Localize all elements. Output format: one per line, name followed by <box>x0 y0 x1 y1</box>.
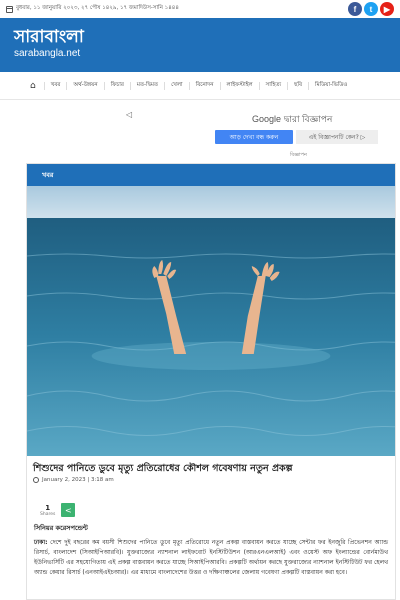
home-icon[interactable]: ⌂ <box>30 81 36 91</box>
article-body-text: দেশে দুই বছরের কম বয়সী শিশুদের পানিতে ড… <box>34 539 388 576</box>
clock-icon <box>33 477 39 483</box>
nav-item-opinion[interactable]: মত-দ্বিমত <box>129 81 164 90</box>
twitter-icon[interactable]: t <box>364 2 378 16</box>
site-logo-url[interactable]: sarabangla.net <box>14 48 386 59</box>
share-icon[interactable]: < <box>61 503 76 517</box>
nav-item-news[interactable]: খবর <box>43 81 67 90</box>
nav-item-sports[interactable]: খেলা <box>164 81 189 90</box>
ad-choices-icon[interactable]: ◁ <box>126 110 132 119</box>
nav-item-media-video[interactable]: মিডিয়া-ভিডিও <box>308 81 353 90</box>
nav-item-photos[interactable]: ছবি <box>287 81 308 90</box>
calendar-icon <box>6 5 13 13</box>
article-byline: সিনিয়র করেসপন্ডেন্ট <box>34 524 88 532</box>
current-date: বুধবার, ১১ জানুয়ারি ২০২৩, ২৭ পৌষ ১৪২৯, … <box>16 5 179 11</box>
ad-provider: Google দ্বারা বিজ্ঞাপন <box>252 112 332 127</box>
article-title: শিশুদের পানিতে ডুবে মৃত্যু প্রতিরোধের কৌ… <box>33 463 293 474</box>
category-header[interactable]: খবর <box>27 164 395 186</box>
top-bar: বুধবার, ১১ জানুয়ারি ২০২৩, ২৭ পৌষ ১৪২৯, … <box>0 0 400 18</box>
nav-item-feature[interactable]: ফিচার <box>103 81 130 90</box>
youtube-icon[interactable]: ▶ <box>380 2 394 16</box>
site-header: সারাবাংলা sarabangla.net <box>0 18 400 72</box>
nav-item-literature[interactable]: সাহিত্য <box>258 81 287 90</box>
ad-label: বিজ্ঞাপন <box>290 152 307 158</box>
why-this-ad-button[interactable]: এই বিজ্ঞাপনটি কেন? ▷ <box>296 130 378 144</box>
nav-item-entertainment[interactable]: বিনোদন <box>188 81 220 90</box>
article-dateline: ঢাকা: <box>34 539 48 546</box>
article-card: খবর শিশুদের পানিতে ডুবে মৃত্যু প্রতিরোধে… <box>26 163 396 600</box>
nav-item-lifestyle[interactable]: লাইফস্টাইল <box>219 81 259 90</box>
share-bar: 1 Shares < <box>27 483 395 517</box>
share-count: 1 <box>45 504 51 512</box>
google-wordmark: Google <box>252 114 282 124</box>
article-body: ঢাকা: দেশে দুই বছরের কম বয়সী শিশুদের পা… <box>27 534 395 582</box>
site-logo[interactable]: সারাবাংলা <box>14 28 386 46</box>
social-links: f t ▶ <box>348 2 394 16</box>
nav-item-economy[interactable]: অর্থ-উন্নয়ন <box>66 81 103 90</box>
google-ad-block: ◁ Google দ্বারা বিজ্ঞাপন আড় দেখা বন্ধ কর… <box>0 104 400 162</box>
stop-seeing-ad-button[interactable]: আড় দেখা বন্ধ করুন <box>215 130 293 144</box>
share-counter: 1 Shares <box>40 504 55 517</box>
article-photo <box>27 186 395 456</box>
ad-by-text: দ্বারা বিজ্ঞাপন <box>284 114 333 124</box>
main-nav: ⌂ খবর অর্থ-উন্নয়ন ফিচার মত-দ্বিমত খেলা … <box>0 72 400 100</box>
share-count-label: Shares <box>40 512 56 517</box>
facebook-icon[interactable]: f <box>348 2 362 16</box>
article-date: January 2, 2023 | 3:18 am <box>42 477 114 483</box>
date-line: বুধবার, ১১ জানুয়ারি ২০২৩, ২৭ পৌষ ১৪২৯, … <box>6 5 179 13</box>
